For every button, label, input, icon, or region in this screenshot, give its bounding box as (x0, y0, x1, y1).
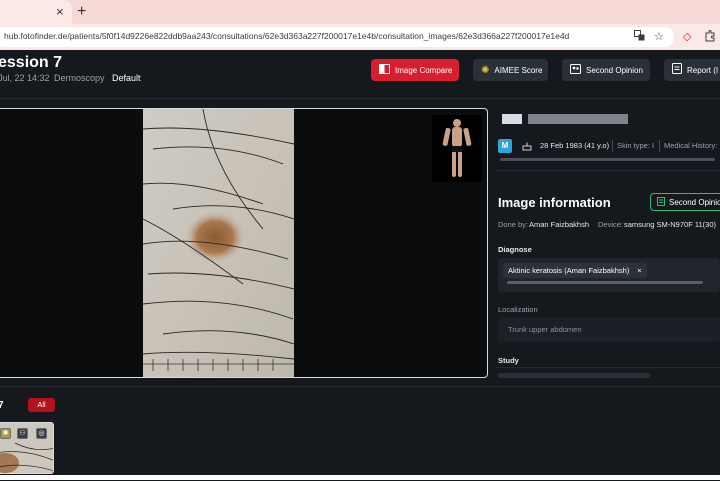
aimee-icon: ✺ (481, 64, 490, 76)
second-opinion-label: Second Opinion (669, 197, 720, 207)
view-mode: Default (112, 73, 141, 83)
people-thumb-icon[interactable]: ⚇ (17, 428, 28, 439)
localization-value[interactable]: Trunk upper abdomen (508, 325, 582, 334)
divider (496, 170, 720, 171)
image-count: 7 (0, 400, 4, 411)
remove-chip-icon[interactable]: × (637, 263, 641, 278)
image-compare-button[interactable]: Image Compare (371, 59, 459, 81)
study-label: Study (498, 356, 519, 365)
aimee-score-label: AIMEE Score (494, 65, 543, 75)
url-text[interactable]: hub.fotofinder.de/patients/5f0f14d9226e8… (4, 31, 569, 41)
image-information-title: Image information (498, 195, 611, 210)
settings-thumb-icon[interactable]: ◎ (36, 428, 47, 439)
second-opinion-button[interactable]: Second Opinion (650, 193, 720, 211)
second-opinion-header-button[interactable]: Second Opinion (562, 59, 650, 81)
second-opinion-header-label: Second Opinion (586, 65, 643, 75)
people-icon (570, 63, 581, 77)
document-icon (657, 196, 665, 208)
session-date: Jul, 22 14:32 (0, 73, 50, 83)
device-value: samsung SM-N970F 11(30) (624, 220, 716, 229)
report-button[interactable]: Report (I (664, 59, 720, 81)
browser-tabstrip (0, 0, 720, 24)
image-mode: Dermoscopy (54, 73, 105, 83)
done-by-label: Done by: (498, 220, 529, 229)
medical-history: Medical History: (664, 141, 718, 150)
dermoscopy-image[interactable] (142, 108, 295, 377)
page-title: ession 7 (0, 54, 63, 71)
localization-label: Localization (498, 305, 538, 314)
patient-avatar (502, 114, 522, 124)
diagnose-chip[interactable]: Aktinic keratosis (Aman Faizbakhsh) × (503, 263, 647, 278)
compare-icon (379, 63, 390, 77)
skin-type: Skin type: I (617, 141, 655, 150)
patient-birthdate: 28 Feb 1983 (41 y.o) (540, 141, 610, 150)
divider (496, 367, 720, 368)
translate-icon[interactable] (634, 30, 645, 44)
aimee-score-button[interactable]: ✺ AIMEE Score (473, 59, 548, 81)
patient-name-redacted (528, 114, 628, 124)
birthday-icon (522, 141, 532, 153)
patient-info-scrollbar[interactable] (500, 158, 715, 161)
device-label: Device: (598, 220, 624, 229)
diagnose-chip-label: Aktinic keratosis (Aman Faizbakhsh) (508, 266, 630, 275)
diagnose-scrollbar[interactable] (507, 281, 703, 284)
aimee-thumb-icon[interactable]: ✺ (0, 428, 11, 439)
bookmark-star-icon[interactable]: ☆ (654, 30, 664, 43)
new-tab-button[interactable]: + (77, 3, 86, 21)
separator (612, 140, 613, 152)
bottom-edge (0, 475, 720, 480)
body-map-thumbnail[interactable] (432, 115, 482, 182)
image-compare-label: Image Compare (395, 65, 453, 75)
diagnose-label: Diagnose (498, 245, 532, 254)
gender-badge: M (498, 139, 512, 153)
extension-icon[interactable]: ◇ (683, 30, 691, 43)
separator (659, 140, 660, 152)
report-icon (672, 63, 682, 77)
extensions-puzzle-icon[interactable] (704, 30, 716, 45)
image-gallery (0, 386, 720, 481)
done-by-value: Aman Faizbakhsh (529, 220, 590, 229)
report-label: Report (I (687, 65, 719, 75)
study-field[interactable] (498, 373, 650, 378)
filter-all-button[interactable]: All (28, 398, 55, 412)
close-tab-icon[interactable]: × (56, 4, 64, 19)
